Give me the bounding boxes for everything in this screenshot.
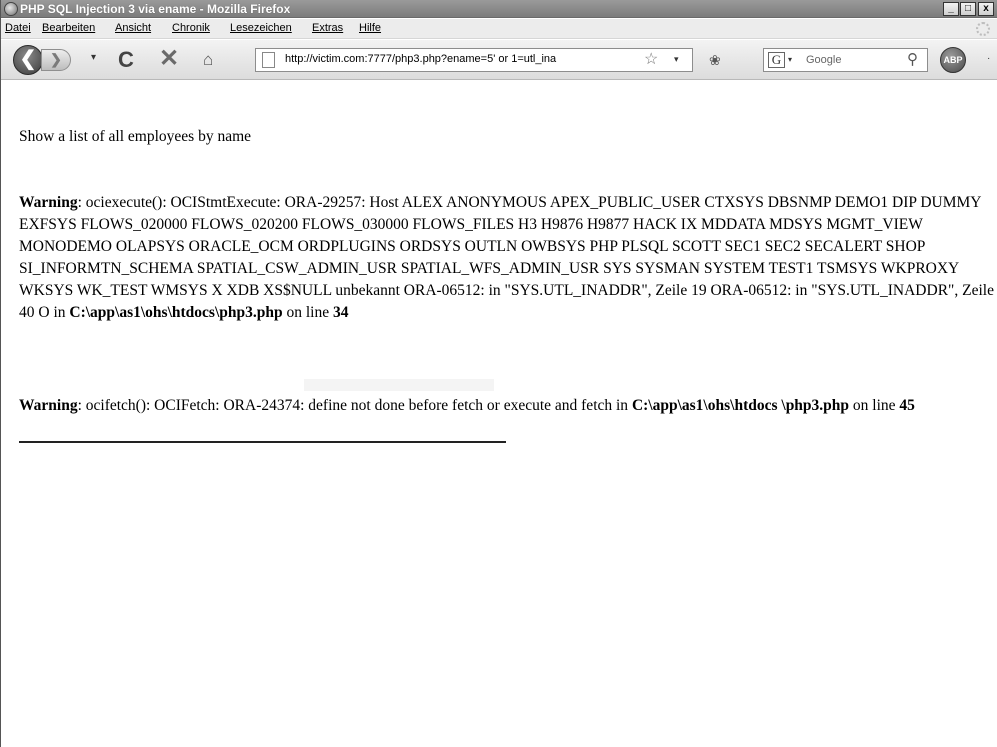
navigation-toolbar: ❮ ❯ ▾ C ✕ ⌂ http://victim.com:7777/php3.… (1, 40, 997, 80)
bookmark-star-icon[interactable]: ☆ (644, 50, 658, 70)
warning-text: : ociexecute(): OCIStmtExecute: ORA-2925… (19, 194, 994, 321)
throbber-icon (976, 22, 990, 36)
back-button[interactable]: ❮ (13, 45, 43, 75)
warning-message-ociexecute: Warning: ociexecute(): OCIStmtExecute: O… (19, 192, 994, 324)
warning-line-prefix: on line (282, 304, 333, 321)
window-title: PHP SQL Injection 3 via ename - Mozilla … (20, 2, 291, 16)
forward-arrow-icon: ❯ (50, 51, 62, 67)
stop-button[interactable]: ✕ (159, 46, 179, 72)
search-input[interactable] (806, 52, 906, 68)
warning-line-number: 34 (332, 304, 349, 321)
close-button[interactable]: x (978, 2, 994, 16)
url-bar[interactable]: http://victim.com:7777/php3.php?ename=5'… (255, 48, 693, 72)
forward-button[interactable]: ❯ (41, 49, 71, 71)
warning-line-prefix: on line (849, 397, 900, 414)
toolbar-overflow-icon[interactable]: · (987, 53, 990, 64)
browser-window: PHP SQL Injection 3 via ename - Mozilla … (0, 0, 997, 747)
menu-lesezeichen[interactable]: Lesezeichen (230, 22, 292, 34)
faded-tooltip (304, 379, 494, 391)
adblock-icon[interactable]: ABP (940, 47, 966, 73)
warning-line-number: 45 (899, 397, 915, 414)
divider-line (19, 441, 506, 443)
menu-ansicht[interactable]: Ansicht (115, 22, 151, 34)
warning-file-path: C:\app\as1\ohs\htdocs \php3.php (631, 397, 850, 414)
search-icon[interactable]: ⚲ (907, 51, 918, 69)
maximize-button[interactable]: □ (960, 2, 976, 16)
search-bar[interactable]: G ▾ ⚲ (763, 48, 928, 72)
menu-hilfe[interactable]: Hilfe (359, 22, 381, 34)
menu-datei[interactable]: Datei (5, 22, 31, 34)
url-text[interactable]: http://victim.com:7777/php3.php?ename=5'… (285, 53, 645, 65)
page-heading: Show a list of all employees by name (19, 128, 252, 145)
minimize-button[interactable]: _ (943, 2, 959, 16)
history-dropdown-icon[interactable]: ▾ (91, 52, 96, 63)
menu-chronik[interactable]: Chronik (172, 22, 210, 34)
reload-button[interactable]: C (118, 47, 134, 73)
google-engine-icon[interactable]: G (768, 52, 785, 68)
back-arrow-icon: ❮ (19, 48, 37, 70)
menu-bar: Datei Bearbeiten Ansicht Chronik Lesezei… (1, 19, 997, 39)
menu-extras[interactable]: Extras (312, 22, 343, 34)
warning-label: Warning (19, 194, 78, 211)
warning-text: : ocifetch(): OCIFetch: ORA-24374: defin… (77, 397, 632, 414)
warning-file-path: C:\app\as1\ohs\htdocs\php3.php (69, 304, 283, 321)
page-icon (262, 52, 275, 68)
url-dropdown-icon[interactable]: ▾ (674, 54, 679, 65)
warning-label: Warning (19, 397, 78, 414)
addon-icon[interactable]: ❀ (709, 51, 721, 69)
title-bar[interactable]: PHP SQL Injection 3 via ename - Mozilla … (1, 0, 997, 18)
warning-message-ocifetch: Warning: ocifetch(): OCIFetch: ORA-24374… (19, 395, 994, 417)
firefox-icon (4, 2, 18, 16)
home-button[interactable]: ⌂ (203, 49, 213, 71)
menu-bearbeiten[interactable]: Bearbeiten (42, 22, 95, 34)
search-engine-dropdown-icon[interactable]: ▾ (788, 55, 792, 64)
